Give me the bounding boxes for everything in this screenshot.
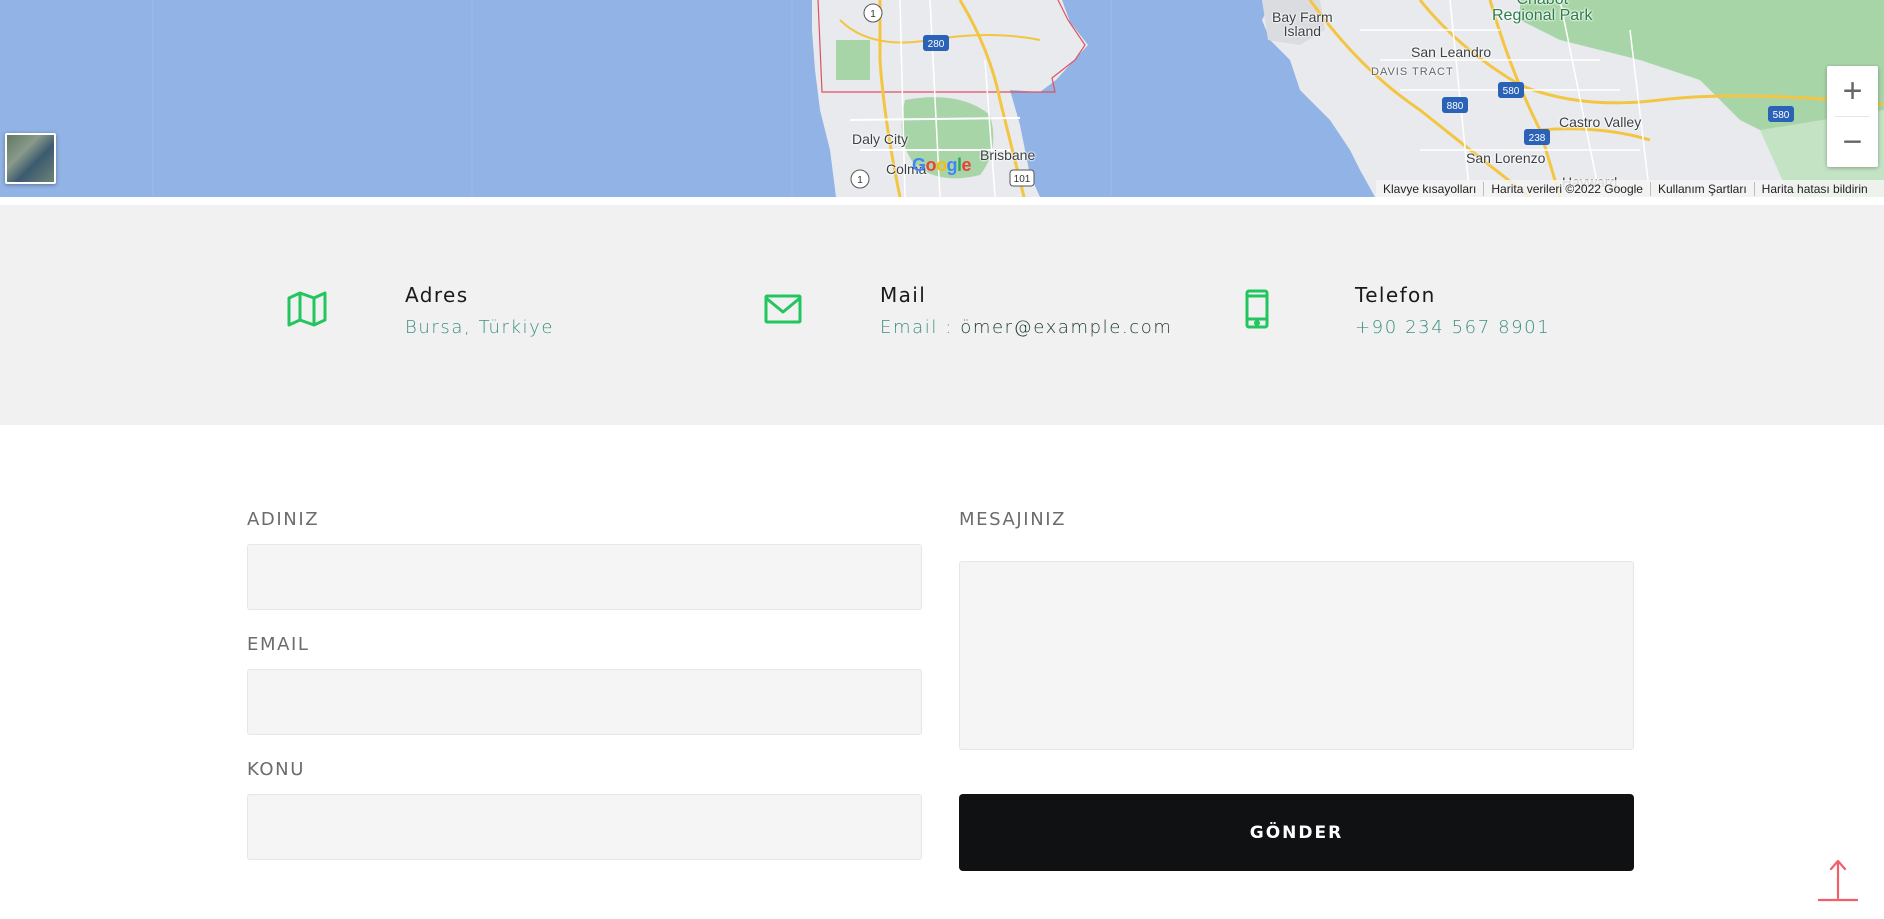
map-label-regional-park: Chabot Regional Park bbox=[1492, 0, 1593, 24]
email-link[interactable]: ömer@example.com bbox=[960, 317, 1172, 338]
map-attribution-bar: Klavye kısayolları Harita verileri ©2022… bbox=[1376, 180, 1884, 197]
map-label-daly-city: Daly City bbox=[852, 131, 909, 147]
hwy1-shield-top: 1 bbox=[863, 3, 883, 23]
i280-shield: 280 bbox=[923, 35, 949, 51]
mobile-phone-icon bbox=[1237, 289, 1277, 329]
report-map-error-link[interactable]: Harita hatası bildirin bbox=[1755, 182, 1875, 196]
map-icon bbox=[287, 289, 327, 329]
zoom-control: + − bbox=[1827, 66, 1878, 167]
scroll-to-top-button[interactable] bbox=[1818, 858, 1858, 902]
zoom-in-button[interactable]: + bbox=[1827, 66, 1878, 116]
mail-value: Email : ömer@example.com bbox=[880, 317, 1173, 338]
phone-value[interactable]: +90 234 567 8901 bbox=[1355, 317, 1550, 338]
map-label-castro-valley: Castro Valley bbox=[1559, 114, 1642, 130]
mail-title: Mail bbox=[880, 283, 927, 307]
name-input[interactable] bbox=[247, 544, 922, 610]
svg-text:238: 238 bbox=[1529, 133, 1546, 144]
svg-text:580: 580 bbox=[1503, 86, 1520, 97]
subject-label: KONU bbox=[247, 759, 306, 780]
message-label: MESAJINIZ bbox=[959, 509, 1067, 530]
map-label-davis-tract: DAVIS TRACT bbox=[1371, 66, 1454, 78]
i580-shield-b: 580 bbox=[1768, 106, 1794, 122]
message-textarea[interactable] bbox=[959, 561, 1634, 750]
svg-text:1: 1 bbox=[857, 175, 863, 186]
i580-shield-a: 580 bbox=[1498, 82, 1524, 98]
svg-text:280: 280 bbox=[928, 39, 945, 50]
us101-shield: 101 bbox=[1009, 169, 1035, 187]
contact-info-section: Adres Bursa, Türkiye Mail Email : ömer@e… bbox=[0, 205, 1884, 425]
i238-shield: 238 bbox=[1524, 129, 1550, 145]
envelope-icon bbox=[763, 289, 803, 329]
google-logo[interactable]: Google bbox=[912, 155, 972, 175]
google-logo-text: Google bbox=[912, 155, 972, 175]
embedded-map[interactable]: 1 280 1 101 880 580 238 580 Bay Farm Isl… bbox=[0, 0, 1884, 197]
subject-input[interactable] bbox=[247, 794, 922, 860]
arrow-up-icon bbox=[1818, 859, 1858, 902]
hwy1-shield-bottom: 1 bbox=[850, 169, 870, 189]
email-input[interactable] bbox=[247, 669, 922, 735]
terms-link[interactable]: Kullanım Şartları bbox=[1651, 181, 1755, 196]
name-label: ADINIZ bbox=[247, 509, 320, 530]
address-value: Bursa, Türkiye bbox=[405, 317, 555, 338]
svg-text:1: 1 bbox=[870, 9, 876, 20]
satellite-view-toggle[interactable] bbox=[5, 133, 56, 184]
mail-prefix: Email : bbox=[880, 317, 961, 338]
address-title: Adres bbox=[405, 283, 469, 307]
i880-shield: 880 bbox=[1442, 97, 1468, 113]
map-label-san-lorenzo: San Lorenzo bbox=[1466, 150, 1546, 166]
map-label-san-leandro: San Leandro bbox=[1411, 44, 1492, 60]
map-label-brisbane: Brisbane bbox=[980, 147, 1036, 163]
map-label-bay-farm-island: Bay Farm Island bbox=[1272, 9, 1333, 39]
svg-text:580: 580 bbox=[1773, 110, 1790, 121]
svg-text:101: 101 bbox=[1014, 174, 1031, 185]
submit-button[interactable]: GÖNDER bbox=[959, 794, 1634, 871]
email-label: EMAIL bbox=[247, 634, 310, 655]
phone-title: Telefon bbox=[1355, 283, 1436, 307]
zoom-out-button[interactable]: − bbox=[1827, 117, 1878, 167]
svg-text:880: 880 bbox=[1447, 101, 1464, 112]
keyboard-shortcuts-link[interactable]: Klavye kısayolları bbox=[1376, 181, 1485, 196]
map-data-credit: Harita verileri ©2022 Google bbox=[1484, 181, 1651, 196]
